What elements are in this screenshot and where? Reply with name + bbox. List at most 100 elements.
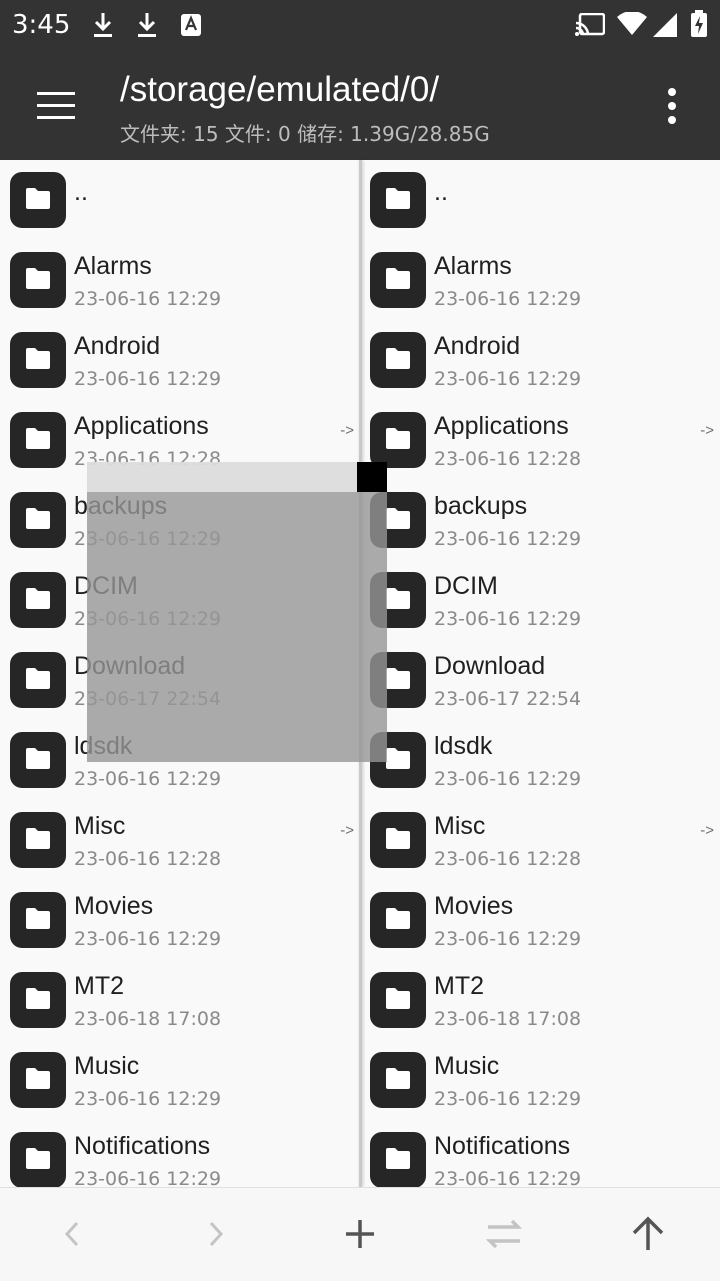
file-list-item[interactable]: Android 23-06-16 12:29 xyxy=(0,320,360,400)
hamburger-icon xyxy=(37,92,75,95)
item-date: 23-06-16 12:28 xyxy=(74,848,222,870)
file-list-item[interactable]: Applications 23-06-16 12:28 -> xyxy=(360,400,720,480)
battery-icon xyxy=(690,10,708,43)
item-date: 23-06-16 12:29 xyxy=(74,928,222,950)
parent-directory-button[interactable] xyxy=(618,1208,678,1260)
file-list-item[interactable]: Misc 23-06-16 12:28 -> xyxy=(0,800,360,880)
item-name: Notifications xyxy=(74,1132,211,1160)
symlink-marker: -> xyxy=(340,822,354,839)
folder-icon xyxy=(10,972,66,1028)
forward-button[interactable] xyxy=(186,1208,246,1260)
file-list-item[interactable]: Music 23-06-16 12:29 xyxy=(360,1040,720,1120)
item-name: Applications xyxy=(74,412,209,440)
item-name: MT2 xyxy=(74,972,124,1000)
item-name: Alarms xyxy=(74,252,152,280)
folder-icon xyxy=(10,572,66,628)
folder-icon xyxy=(370,412,426,468)
item-name: Movies xyxy=(74,892,154,920)
item-name: ldsdk xyxy=(434,732,493,760)
item-date: 23-06-16 12:29 xyxy=(74,368,222,390)
file-list-item[interactable]: Misc 23-06-16 12:28 -> xyxy=(360,800,720,880)
file-list-item[interactable]: MT2 23-06-18 17:08 xyxy=(0,960,360,1040)
item-name: Alarms xyxy=(434,252,512,280)
symlink-marker: -> xyxy=(700,422,714,439)
item-name: DCIM xyxy=(434,572,498,600)
wifi-icon xyxy=(616,11,648,41)
item-name: Movies xyxy=(434,892,514,920)
item-date: 23-06-16 12:29 xyxy=(74,1088,222,1110)
overlay-resize-handle[interactable] xyxy=(357,462,387,492)
folder-icon xyxy=(370,892,426,948)
file-list-item[interactable]: MT2 23-06-18 17:08 xyxy=(360,960,720,1040)
signal-icon xyxy=(652,12,678,43)
add-button[interactable] xyxy=(330,1208,390,1260)
item-name: .. xyxy=(74,178,88,206)
back-button[interactable] xyxy=(42,1208,102,1260)
file-list-item[interactable]: Notifications 23-06-16 12:29 xyxy=(360,1120,720,1187)
item-date: 23-06-16 12:29 xyxy=(434,368,582,390)
item-name: Android xyxy=(434,332,521,360)
item-name: Music xyxy=(74,1052,140,1080)
folder-icon xyxy=(10,492,66,548)
folder-icon xyxy=(10,1132,66,1187)
more-vert-icon xyxy=(668,88,676,96)
current-path: /storage/emulated/0/ xyxy=(120,70,440,109)
symlink-marker: -> xyxy=(340,422,354,439)
item-date: 23-06-16 12:28 xyxy=(434,448,582,470)
file-list-item[interactable]: Notifications 23-06-16 12:29 xyxy=(0,1120,360,1187)
back-icon xyxy=(64,1221,79,1247)
item-name: Applications xyxy=(434,412,569,440)
file-list-item[interactable]: DCIM 23-06-16 12:29 xyxy=(360,560,720,640)
swap-icon xyxy=(485,1219,523,1249)
item-name: MT2 xyxy=(434,972,484,1000)
item-name: .. xyxy=(434,178,448,206)
item-date: 23-06-16 12:29 xyxy=(434,768,582,790)
item-date: 23-06-16 12:29 xyxy=(434,1088,582,1110)
parent-directory-item[interactable]: .. xyxy=(360,160,720,240)
keyboard-a-icon xyxy=(180,13,202,42)
item-date: 23-06-16 12:29 xyxy=(434,928,582,950)
file-list-item[interactable]: backups 23-06-16 12:29 xyxy=(360,480,720,560)
storage-summary: 文件夹: 15 文件: 0 储存: 1.39G/28.85G xyxy=(120,122,490,146)
file-list-item[interactable]: Android 23-06-16 12:29 xyxy=(360,320,720,400)
drag-selection-overlay[interactable] xyxy=(87,462,387,762)
item-name: Misc xyxy=(434,812,486,840)
more-options-button[interactable] xyxy=(654,86,690,126)
swap-panes-button[interactable] xyxy=(474,1208,534,1260)
parent-directory-item[interactable]: .. xyxy=(0,160,360,240)
overlay-area[interactable] xyxy=(87,492,387,762)
item-name: Misc xyxy=(74,812,126,840)
folder-icon xyxy=(370,332,426,388)
right-file-pane[interactable]: .. Alarms 23-06-16 12:29 Android 23-06-16 12… xyxy=(360,160,720,1187)
folder-icon xyxy=(370,812,426,868)
menu-button[interactable] xyxy=(30,80,82,130)
file-list-item[interactable]: Movies 23-06-16 12:29 xyxy=(360,880,720,960)
folder-icon xyxy=(370,1132,426,1187)
item-name: Download xyxy=(434,652,546,680)
symlink-marker: -> xyxy=(700,822,714,839)
item-date: 23-06-16 12:29 xyxy=(74,288,222,310)
folder-icon xyxy=(10,332,66,388)
item-name: backups xyxy=(434,492,528,520)
overlay-title-bar[interactable] xyxy=(87,462,357,492)
folder-icon xyxy=(10,892,66,948)
download-icon xyxy=(92,11,114,44)
folder-icon xyxy=(10,652,66,708)
item-date: 23-06-16 12:29 xyxy=(434,1168,582,1187)
item-date: 23-06-16 12:29 xyxy=(74,768,222,790)
item-date: 23-06-18 17:08 xyxy=(434,1008,582,1030)
file-list-item[interactable]: Alarms 23-06-16 12:29 xyxy=(360,240,720,320)
folder-icon xyxy=(10,412,66,468)
folder-icon xyxy=(370,252,426,308)
item-name: Android xyxy=(74,332,161,360)
file-list-item[interactable]: Music 23-06-16 12:29 xyxy=(0,1040,360,1120)
file-list-item[interactable]: Alarms 23-06-16 12:29 xyxy=(0,240,360,320)
forward-icon xyxy=(209,1221,224,1247)
file-list-item[interactable]: Movies 23-06-16 12:29 xyxy=(0,880,360,960)
file-list-item[interactable]: ldsdk 23-06-16 12:29 xyxy=(360,720,720,800)
file-list-item[interactable]: Download 23-06-17 22:54 xyxy=(360,640,720,720)
folder-icon xyxy=(370,172,426,228)
item-date: 23-06-17 22:54 xyxy=(434,688,582,710)
item-name: Notifications xyxy=(434,1132,571,1160)
folder-icon xyxy=(10,812,66,868)
